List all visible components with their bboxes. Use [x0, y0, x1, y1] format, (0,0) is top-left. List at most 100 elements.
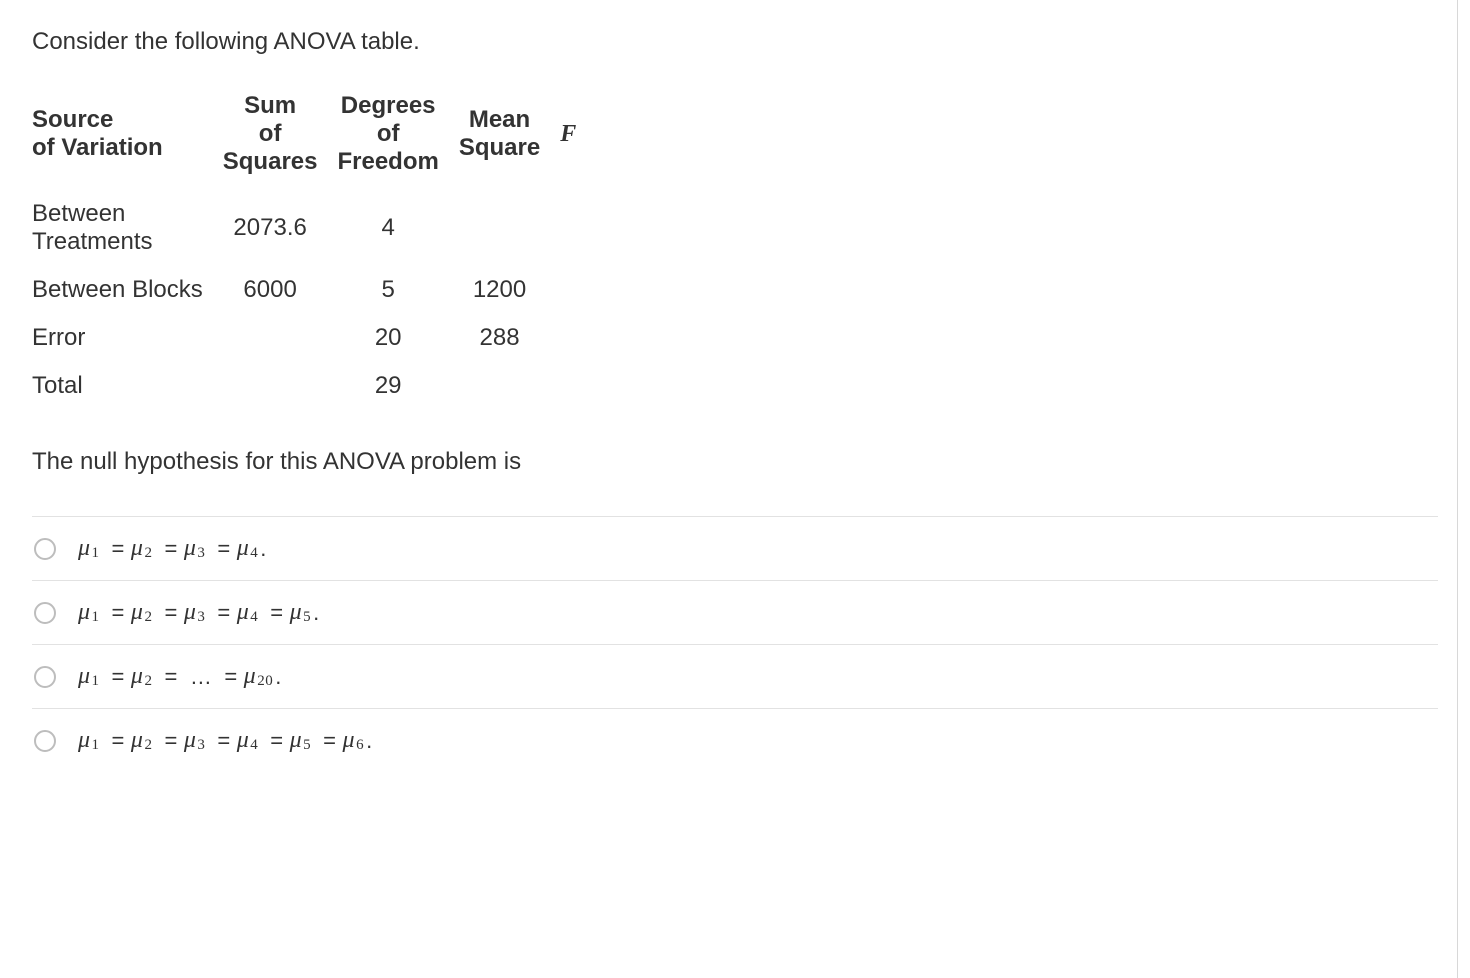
cell-ss — [223, 362, 338, 410]
option-label: μ1=μ2=μ3=μ4=μ5=μ6. — [78, 727, 373, 754]
cell-ms: 1200 — [459, 266, 560, 314]
mu-symbol: μ — [184, 535, 197, 562]
equals-sign: = — [112, 536, 125, 562]
table-row: Error 20 288 — [32, 314, 596, 362]
equals-sign: = — [270, 728, 283, 754]
mu-subscript: 1 — [92, 609, 100, 626]
cell-source: Between Blocks — [32, 266, 223, 314]
cell-f — [560, 266, 596, 314]
mu-subscript: 4 — [250, 609, 258, 626]
mu-subscript: 2 — [144, 609, 152, 626]
radio-icon[interactable] — [34, 666, 56, 688]
cell-ss — [223, 314, 338, 362]
mu-subscript: 6 — [356, 737, 364, 754]
cell-ms: 288 — [459, 314, 560, 362]
mu-symbol: μ — [244, 663, 257, 690]
mu-symbol: μ — [78, 599, 91, 626]
cell-df: 29 — [337, 362, 458, 410]
right-edge-scrollbar[interactable] — [1457, 0, 1470, 978]
mu-symbol: μ — [184, 599, 197, 626]
cell-source: Error — [32, 314, 223, 362]
table-row: Between Blocks 6000 5 1200 — [32, 266, 596, 314]
intro-text: Consider the following ANOVA table. — [32, 28, 1438, 56]
mu-symbol: μ — [78, 663, 91, 690]
mu-subscript: 5 — [303, 609, 311, 626]
col-mean-square: MeanSquare — [459, 86, 560, 190]
mu-subscript: 1 — [92, 673, 100, 690]
col-source: Sourceof Variation — [32, 86, 223, 190]
equals-sign: = — [112, 728, 125, 754]
question-text: The null hypothesis for this ANOVA probl… — [32, 448, 1438, 476]
cell-f — [560, 190, 596, 266]
mu-subscript: 2 — [144, 737, 152, 754]
equals-sign: = — [270, 600, 283, 626]
radio-icon[interactable] — [34, 602, 56, 624]
period: . — [366, 728, 373, 754]
cell-df: 4 — [337, 190, 458, 266]
anova-body: BetweenTreatments 2073.6 4 Between Block… — [32, 190, 596, 410]
mu-symbol: μ — [78, 727, 91, 754]
cell-ss: 2073.6 — [223, 190, 338, 266]
mu-symbol: μ — [237, 535, 250, 562]
period: . — [275, 664, 282, 690]
col-f: F — [560, 86, 596, 190]
mu-symbol: μ — [131, 535, 144, 562]
mu-subscript: 3 — [197, 545, 205, 562]
period: . — [313, 600, 320, 626]
equals-sign: = — [164, 728, 177, 754]
option-2[interactable]: μ1=μ2=μ3=μ4=μ5. — [32, 581, 1438, 645]
equals-sign: = — [164, 536, 177, 562]
cell-f — [560, 362, 596, 410]
equals-sign: = — [217, 536, 230, 562]
col-sum-squares: SumofSquares — [223, 86, 338, 190]
option-4[interactable]: μ1=μ2=μ3=μ4=μ5=μ6. — [32, 709, 1438, 772]
options-list: μ1=μ2=μ3=μ4.μ1=μ2=μ3=μ4=μ5.μ1=μ2=…=μ20.μ… — [32, 516, 1438, 772]
mu-subscript: 1 — [92, 737, 100, 754]
table-row: Total 29 — [32, 362, 596, 410]
mu-symbol: μ — [237, 727, 250, 754]
mu-subscript: 20 — [257, 673, 273, 690]
radio-icon[interactable] — [34, 538, 56, 560]
mu-symbol: μ — [131, 727, 144, 754]
equals-sign: = — [112, 664, 125, 690]
equals-sign: = — [217, 600, 230, 626]
equals-sign: = — [224, 664, 237, 690]
mu-symbol: μ — [184, 727, 197, 754]
col-deg-freedom: DegreesofFreedom — [337, 86, 458, 190]
option-1[interactable]: μ1=μ2=μ3=μ4. — [32, 517, 1438, 581]
table-row: BetweenTreatments 2073.6 4 — [32, 190, 596, 266]
cell-source: Total — [32, 362, 223, 410]
equals-sign: = — [323, 728, 336, 754]
period: . — [260, 536, 267, 562]
equals-sign: = — [217, 728, 230, 754]
mu-symbol: μ — [78, 535, 91, 562]
mu-subscript: 3 — [197, 609, 205, 626]
mu-symbol: μ — [237, 599, 250, 626]
mu-subscript: 1 — [92, 545, 100, 562]
equals-sign: = — [112, 600, 125, 626]
option-3[interactable]: μ1=μ2=…=μ20. — [32, 645, 1438, 709]
mu-subscript: 5 — [303, 737, 311, 754]
mu-symbol: μ — [131, 663, 144, 690]
cell-ms — [459, 362, 560, 410]
mu-subscript: 3 — [197, 737, 205, 754]
radio-icon[interactable] — [34, 730, 56, 752]
anova-table: Sourceof Variation SumofSquares Degreeso… — [32, 86, 596, 410]
question-page: Consider the following ANOVA table. Sour… — [0, 0, 1470, 978]
mu-subscript: 2 — [144, 673, 152, 690]
cell-f — [560, 314, 596, 362]
mu-subscript: 4 — [250, 545, 258, 562]
option-label: μ1=μ2=μ3=μ4. — [78, 535, 267, 562]
mu-symbol: μ — [290, 727, 303, 754]
mu-symbol: μ — [290, 599, 303, 626]
equals-sign: = — [164, 600, 177, 626]
cell-ss: 6000 — [223, 266, 338, 314]
equals-sign: = — [164, 664, 177, 690]
cell-ms — [459, 190, 560, 266]
ellipsis: … — [190, 664, 213, 690]
cell-source: BetweenTreatments — [32, 190, 223, 266]
mu-subscript: 2 — [144, 545, 152, 562]
mu-subscript: 4 — [250, 737, 258, 754]
option-label: μ1=μ2=μ3=μ4=μ5. — [78, 599, 320, 626]
cell-df: 5 — [337, 266, 458, 314]
